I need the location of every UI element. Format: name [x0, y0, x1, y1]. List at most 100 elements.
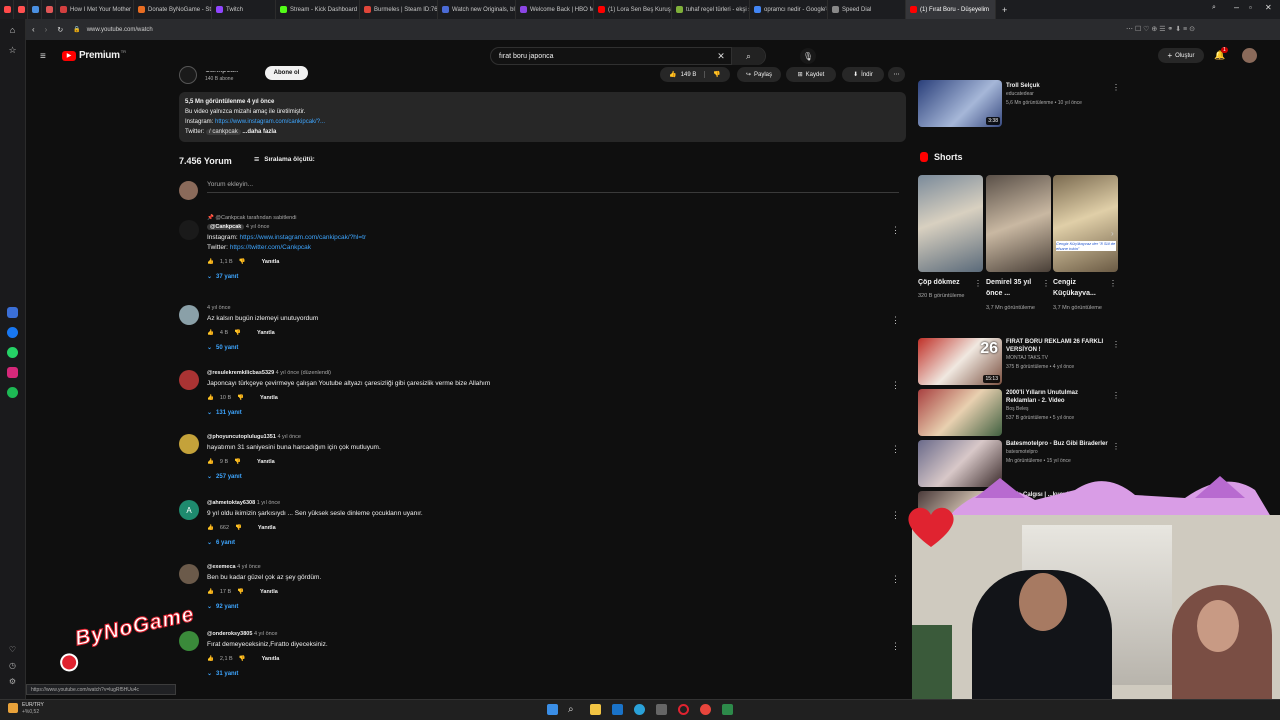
close-window-icon[interactable]: ✕	[1265, 3, 1272, 12]
video-channel[interactable]: Boş Beleş	[1006, 405, 1110, 414]
browser-tab[interactable]: Speed Dial	[828, 0, 906, 19]
comment-avatar[interactable]	[179, 434, 199, 454]
view-replies-button[interactable]: ⌄ 257 yanıt	[207, 473, 867, 481]
video-channel[interactable]: MONTAJ TAKS.TV	[1006, 354, 1110, 363]
video-more-icon[interactable]: ⋮	[1112, 83, 1120, 92]
short-more-icon[interactable]: ⋮	[1109, 279, 1117, 288]
sidebar-video[interactable]: 2000'li Yılların Unutulmaz Reklamları - …	[918, 389, 1120, 437]
reply-button[interactable]: Yanıtla	[262, 656, 280, 662]
comment-more-icon[interactable]: ⋮	[891, 444, 900, 455]
reply-button[interactable]: Yanıtla	[257, 459, 275, 465]
video-more-icon[interactable]: ⋮	[1112, 391, 1120, 400]
description-more[interactable]: ...daha fazla	[242, 129, 276, 135]
comment-avatar[interactable]	[179, 305, 199, 325]
reply-button[interactable]: Yanıtla	[258, 525, 276, 531]
twitter-handle[interactable]: / cankpcak	[206, 129, 241, 135]
subscribe-button[interactable]: Abone ol	[265, 66, 308, 80]
spotify-icon[interactable]	[7, 387, 18, 398]
sidebar-video[interactable]: 26 15:13 FIRAT BORU REKLAMI 26 FARKLI VERS…	[918, 338, 1120, 386]
comment-more-icon[interactable]: ⋮	[891, 225, 900, 236]
reply-button[interactable]: Yanıtla	[262, 259, 280, 265]
browser-tab[interactable]: (1) Lora Sen Beş Kuruş Et	[594, 0, 672, 19]
back-icon[interactable]: ‹	[32, 25, 35, 34]
short-thumbnail-3[interactable]: Cengiz Küçükayvaz der "8 Sül de efsane t…	[1053, 175, 1118, 272]
new-tab-icon[interactable]: +	[1002, 5, 1007, 15]
search-icon[interactable]: ⌕	[731, 47, 765, 65]
whatsapp-icon[interactable]	[7, 347, 18, 358]
comment-more-icon[interactable]: ⋮	[891, 574, 900, 585]
view-replies-button[interactable]: ⌄ 6 yanıt	[207, 539, 867, 547]
view-replies-button[interactable]: ⌄ 31 yanıt	[207, 670, 867, 678]
comment-time[interactable]: 4 yıl önce	[237, 564, 261, 570]
short-title[interactable]: Çöp dökmez	[918, 277, 978, 288]
thumbs-up-icon[interactable]: 👍	[207, 525, 214, 531]
minimize-icon[interactable]: –	[1234, 2, 1239, 12]
comment-time[interactable]: 4 yıl önce	[246, 224, 270, 230]
browser-tab[interactable]: Donate ByNoGame - Stre	[134, 0, 212, 19]
comment-time[interactable]: 4 yıl önce	[207, 305, 231, 311]
comment-author[interactable]: @onderoksy3805	[207, 631, 252, 637]
currency-widget-icon[interactable]	[8, 703, 18, 713]
browser-tab[interactable]: How I Met Your Mother |	[56, 0, 134, 19]
history-icon[interactable]: ◷	[7, 661, 18, 672]
video-channel[interactable]: batesmotelpro	[1006, 448, 1110, 457]
view-replies-button[interactable]: ⌄ 131 yanıt	[207, 409, 867, 417]
windows-start-icon[interactable]	[547, 704, 558, 715]
comment-author[interactable]: @phoyuncutoplulugu1351	[207, 434, 276, 440]
video-more-icon[interactable]: ⋮	[1112, 340, 1120, 349]
thumbs-up-icon[interactable]: 👍	[207, 589, 214, 595]
comment-author[interactable]: @exemeca	[207, 564, 236, 570]
reply-button[interactable]: Yanıtla	[260, 395, 278, 401]
reply-button[interactable]: Yanıtla	[260, 589, 278, 595]
youtube-logo[interactable]: ▶ Premium TR	[62, 49, 126, 61]
star-icon[interactable]: ☆	[7, 45, 18, 56]
video-channel[interactable]: educatedear	[1006, 90, 1110, 99]
browser-tab[interactable]: Welcome Back | HBO Max	[516, 0, 594, 19]
comment-time[interactable]: 4 yıl önce	[277, 434, 301, 440]
comment-time[interactable]: 4 yıl önce (düzenlendi)	[276, 370, 331, 376]
video-title[interactable]: 2000'li Yılların Unutulmaz Reklamları - …	[1006, 389, 1110, 405]
sidebar-video-top[interactable]: 3:38 Troll Selçuk educatedear 5,6 Mn gör…	[918, 68, 1120, 128]
browser-tab[interactable]: Twitch	[212, 0, 276, 19]
comment-time[interactable]: 1 yıl önce	[257, 500, 281, 506]
clear-search-icon[interactable]: ✕	[711, 51, 731, 62]
video-title[interactable]: FIRAT BORU REKLAMI 26 FARKLI VERSİYON !	[1006, 338, 1110, 354]
heart-icon[interactable]: ♡	[7, 645, 18, 656]
comment-author[interactable]: @resulekremkilicbas5329	[207, 370, 274, 376]
shorts-next-icon[interactable]: ›	[1111, 229, 1114, 238]
settings-icon[interactable]: ⚙	[7, 677, 18, 688]
forward-icon[interactable]: ›	[45, 25, 48, 34]
short-more-icon[interactable]: ⋮	[974, 279, 982, 288]
comment-more-icon[interactable]: ⋮	[891, 641, 900, 652]
comment-more-icon[interactable]: ⋮	[891, 380, 900, 391]
sort-button[interactable]: ≡ Sıralama ölçütü:	[254, 154, 315, 164]
thumbs-down-icon[interactable]: 👎	[239, 259, 246, 265]
browser-tab[interactable]: (1) Fırat Boru - Düşeyelim	[906, 0, 996, 19]
comment-time[interactable]: 4 yıl önce	[254, 631, 278, 637]
microphone-icon[interactable]: 🎙	[800, 48, 816, 64]
app-icon[interactable]	[722, 704, 733, 715]
create-button[interactable]: + Oluştur	[1158, 48, 1204, 63]
share-button[interactable]: ↪ Paylaş	[737, 67, 781, 82]
view-replies-button[interactable]: ⌄ 92 yanıt	[207, 603, 867, 611]
short-thumbnail-1[interactable]	[918, 175, 983, 272]
edge-icon[interactable]	[634, 704, 645, 715]
comment-more-icon[interactable]: ⋮	[891, 315, 900, 326]
url-field[interactable]: www.youtube.com/watch	[87, 27, 153, 33]
channel-avatar[interactable]	[179, 66, 197, 84]
short-more-icon[interactable]: ⋮	[1042, 279, 1050, 288]
video-more-icon[interactable]: ⋮	[1112, 442, 1120, 451]
browser-tab[interactable]: Burmeles | Steam ID:7656	[360, 0, 438, 19]
maximize-icon[interactable]: ▫	[1249, 3, 1252, 12]
comment-author[interactable]: @Cankpcak	[207, 224, 245, 230]
browser-tab[interactable]	[14, 0, 28, 19]
comment-link[interactable]: https://twitter.com/Cankpcak	[230, 244, 311, 251]
settings-app-icon[interactable]	[656, 704, 667, 715]
view-replies-button[interactable]: ⌄ 37 yanıt	[207, 273, 867, 281]
thumbs-up-icon[interactable]: 👍	[207, 459, 214, 465]
reply-button[interactable]: Yanıtla	[257, 330, 275, 336]
messenger-icon[interactable]	[7, 327, 18, 338]
comment-link[interactable]: https://www.instagram.com/cankipcak/?hl=…	[240, 234, 367, 241]
video-thumbnail[interactable]: 26 15:13	[918, 338, 1002, 385]
thumbs-down-icon[interactable]: 👎	[234, 330, 241, 336]
